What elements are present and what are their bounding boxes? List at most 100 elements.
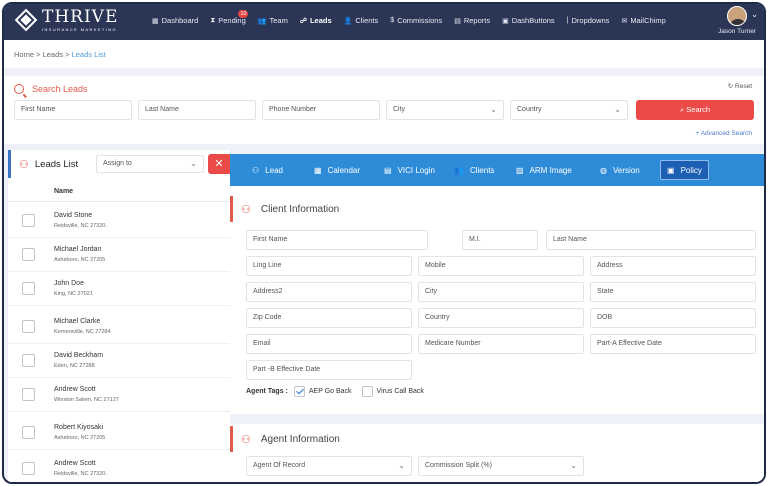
user-name: Jason Turner bbox=[718, 28, 756, 35]
client-information-title: Client Information bbox=[260, 203, 340, 215]
avatar bbox=[727, 6, 748, 26]
leads-list-title: Leads List bbox=[34, 158, 79, 170]
email-field[interactable]: Email bbox=[246, 334, 412, 354]
row-checkbox[interactable] bbox=[22, 248, 35, 261]
nav-item-leads[interactable]: ☍ Leads bbox=[300, 16, 332, 25]
team-icon: 👥 bbox=[257, 17, 267, 25]
tab-calendar[interactable]: ▦ Calendar bbox=[308, 160, 366, 180]
breadcrumb-leads[interactable]: Leads bbox=[43, 50, 63, 59]
table-row[interactable]: David Stone Reidsville, NC 27320. bbox=[8, 204, 230, 238]
dob-field[interactable]: DOB bbox=[590, 308, 756, 328]
lead-address: Asheboro, NC 27205 bbox=[54, 435, 106, 441]
column-name[interactable]: Name bbox=[54, 188, 73, 195]
nav-item-clients[interactable]: 👤 Clients bbox=[344, 16, 379, 25]
diamond-logo-icon bbox=[14, 8, 38, 32]
table-row[interactable]: Michael Clarke Kernersville, NC 27284 bbox=[8, 310, 230, 344]
refresh-icon: ↻ bbox=[727, 83, 734, 90]
last-name-input[interactable]: Last Name bbox=[138, 100, 256, 120]
aep-go-back-checkbox[interactable] bbox=[293, 386, 305, 397]
hourglass-icon: ⧗ bbox=[210, 16, 216, 24]
tab-arm-image[interactable]: ▨ ARM Image bbox=[510, 160, 578, 180]
commission-split-select[interactable]: Commission Split (%) ⌄ bbox=[418, 456, 584, 476]
user-menu[interactable]: Jason Turner ⌄ bbox=[718, 6, 758, 35]
assign-to-select[interactable]: Assign to ⌄ bbox=[96, 155, 204, 173]
close-button[interactable]: ✕ bbox=[208, 154, 230, 174]
version-icon: ◍ bbox=[600, 165, 607, 175]
phone-number-input[interactable]: Phone Number bbox=[262, 100, 380, 120]
nav-menu: ▦ Dashboard ⧗ Pending 10 👥 Team ☍ Leads 👤 Clie… bbox=[152, 10, 678, 25]
image-icon: ▨ bbox=[516, 165, 524, 175]
table-row[interactable]: John Doe King, NC 27021 bbox=[8, 272, 230, 306]
tab-version[interactable]: ◍ Version bbox=[594, 160, 646, 180]
users-icon: ⚇ bbox=[241, 203, 251, 216]
agent-tags: Agent Tags : AEP Go Back Virus Call Back bbox=[246, 386, 424, 397]
nav-item-pending[interactable]: ⧗ Pending 10 bbox=[210, 10, 249, 25]
client-information-header: ⚇ Client Information bbox=[230, 196, 339, 222]
table-row[interactable]: Andrew Scott Reidsville, NC 27320. bbox=[8, 452, 230, 482]
nav-item-dashboard[interactable]: ▦ Dashboard bbox=[152, 16, 198, 25]
address2-field[interactable]: Address2 bbox=[246, 282, 412, 302]
search-leads-header: Search Leads bbox=[14, 84, 88, 94]
nav-item-commissions[interactable]: $ Commissions bbox=[390, 16, 442, 25]
virus-call-back-checkbox[interactable] bbox=[361, 386, 373, 397]
agent-information-title: Agent Information bbox=[260, 433, 340, 445]
part-a-date-field[interactable]: Part-A Effective Date bbox=[590, 334, 756, 354]
breadcrumb-home[interactable]: Home bbox=[14, 50, 34, 59]
reset-button[interactable]: ↻ Reset bbox=[728, 82, 752, 90]
table-row[interactable]: David Beckham Eden, NC 27288 bbox=[8, 344, 230, 378]
tab-policy[interactable]: ▣ Policy bbox=[660, 160, 709, 180]
tab-vici-login[interactable]: ▤ VICI Login bbox=[378, 160, 441, 180]
leads-list-panel: ⚇ Leads List Assign to ⌄ ✕ Name David Sto… bbox=[8, 150, 230, 482]
part-b-date-field[interactable]: Part -B Effective Date bbox=[246, 360, 412, 380]
agent-tags-label: Agent Tags : bbox=[246, 388, 288, 395]
last-name-field[interactable]: Last Name bbox=[546, 230, 756, 250]
nav-item-team[interactable]: 👥 Team bbox=[258, 16, 288, 25]
tab-clients[interactable]: 👥 Clients bbox=[448, 160, 500, 180]
city-select[interactable]: City ⌄ bbox=[386, 100, 504, 120]
policy-icon: ▣ bbox=[667, 165, 675, 175]
lead-name: Michael Jordan bbox=[54, 246, 102, 253]
zip-code-field[interactable]: Zip Code bbox=[246, 308, 412, 328]
row-checkbox[interactable] bbox=[22, 214, 35, 227]
table-row[interactable]: Michael Jordan Asheboro, NC 27205 bbox=[8, 238, 230, 272]
country-select[interactable]: Country ⌄ bbox=[510, 100, 628, 120]
table-row[interactable]: Andrew Scott Winston Salem, NC 27127 bbox=[8, 378, 230, 412]
top-nav: THRIVE INSURANCE MARKETING ▦ Dashboard ⧗ P… bbox=[4, 4, 764, 40]
lead-detail-panel: ⚇ Lead ▦ Calendar ▤ VICI Login 👥 Clients ▨ AR… bbox=[230, 154, 764, 482]
lead-address: Reidsville, NC 27320. bbox=[54, 471, 107, 477]
row-checkbox[interactable] bbox=[22, 354, 35, 367]
middle-initial-field[interactable]: M.I. bbox=[462, 230, 538, 250]
row-checkbox[interactable] bbox=[22, 462, 35, 475]
tab-lead[interactable]: ⚇ Lead bbox=[246, 160, 289, 180]
mobile-field[interactable]: Mobile bbox=[418, 256, 584, 276]
country-field[interactable]: Country bbox=[418, 308, 584, 328]
lead-name: Andrew Scott bbox=[54, 386, 96, 393]
first-name-input[interactable]: First Name bbox=[14, 100, 132, 120]
lead-name: Andrew Scott bbox=[54, 460, 96, 467]
lead-address: King, NC 27021 bbox=[54, 291, 93, 297]
agent-of-record-select[interactable]: Agent Of Record ⌄ bbox=[246, 456, 412, 476]
search-button[interactable]: ⌕ Search bbox=[636, 100, 754, 120]
advanced-search-link[interactable]: + Advanced Search bbox=[695, 130, 752, 137]
row-checkbox[interactable] bbox=[22, 320, 35, 333]
row-checkbox[interactable] bbox=[22, 388, 35, 401]
ling-line-field[interactable]: Ling Line bbox=[246, 256, 412, 276]
search-leads-panel: Search Leads ↻ Reset First Name Last Nam… bbox=[4, 76, 764, 144]
nav-item-dashbuttons[interactable]: ▣ DashButtons bbox=[502, 16, 555, 25]
brand-logo[interactable]: THRIVE INSURANCE MARKETING bbox=[14, 8, 118, 32]
address-field[interactable]: Address bbox=[590, 256, 756, 276]
medicare-number-field[interactable]: Medicare Number bbox=[418, 334, 584, 354]
table-row[interactable]: Robert Kiyosaki Asheboro, NC 27205 bbox=[8, 416, 230, 450]
first-name-field[interactable]: First Name bbox=[246, 230, 428, 250]
row-checkbox[interactable] bbox=[22, 282, 35, 295]
brand-subtitle: INSURANCE MARKETING bbox=[42, 26, 118, 32]
users-icon: ⚇ bbox=[19, 158, 29, 171]
nav-item-mailchimp[interactable]: ✉ MailChimp bbox=[621, 16, 665, 25]
nav-item-dropdowns[interactable]: | Dropdowns bbox=[567, 16, 610, 25]
breadcrumb-current: Leads List bbox=[71, 50, 106, 59]
nav-item-reports[interactable]: ▤ Reports bbox=[454, 16, 490, 25]
state-field[interactable]: State bbox=[590, 282, 756, 302]
city-field[interactable]: City bbox=[418, 282, 584, 302]
lead-address: Reidsville, NC 27320. bbox=[54, 223, 107, 229]
row-checkbox[interactable] bbox=[22, 426, 35, 439]
